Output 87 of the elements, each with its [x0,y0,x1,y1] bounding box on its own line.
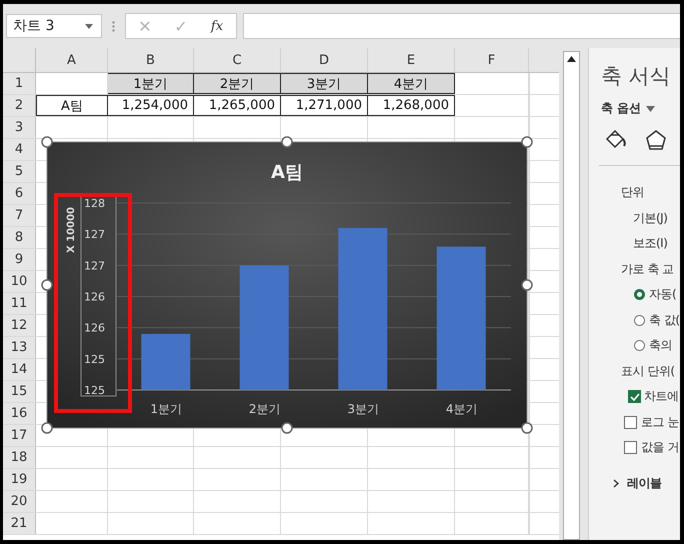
resize-handle[interactable] [41,422,53,434]
x-axis-label: 4분기 [446,402,478,416]
resize-handle[interactable] [521,279,533,291]
axis-options-tab[interactable]: 축 옵션 [601,100,642,117]
resize-handle[interactable] [521,136,533,148]
dropdown-icon[interactable] [646,106,656,112]
y-axis-label: 127 [84,228,105,242]
y-axis-label: 125 [84,352,105,366]
field-label: 가로 축 교 [621,260,674,278]
row-header[interactable]: 20 [3,491,36,512]
option-label: 축의 [649,337,672,354]
y-axis-label: 127 [84,259,105,272]
y-axis-label: 125 [84,384,105,397]
row-header[interactable]: 8 [3,227,36,248]
column-header[interactable]: E [368,48,455,72]
column-header[interactable]: B [108,48,194,72]
checkbox[interactable] [628,390,641,404]
row-header[interactable]: 2 [3,95,36,116]
vertical-scrollbar[interactable] [563,51,580,540]
row-header[interactable]: 15 [3,381,36,402]
radio-button[interactable] [634,314,645,326]
section-header[interactable]: 레이블 [627,474,662,492]
resize-handle[interactable] [41,279,53,291]
row-header[interactable]: 14 [3,359,36,380]
resize-handle[interactable] [281,422,293,434]
row-header[interactable]: 21 [3,513,36,534]
chevron-icon[interactable] [613,478,619,488]
axis-selection-frame[interactable] [80,196,116,396]
option-label: 값을 거 [641,439,679,456]
row-header[interactable]: 19 [3,469,36,490]
table-cell: 1,268,000 [368,95,455,116]
column-header[interactable]: F [455,48,529,72]
y-axis-label: 126 [84,322,105,335]
paint-bucket-icon[interactable] [605,129,627,149]
row-header[interactable]: 17 [3,425,36,446]
field-label: 보조(I) [633,235,668,252]
table-cell-text: A팀 [61,98,83,114]
chart-title: A팀 [271,162,303,183]
pentagon-icon[interactable] [645,129,667,151]
column-header[interactable]: D [281,48,368,72]
table-cell: 4분기 [368,73,455,94]
row-header[interactable]: 16 [3,403,36,424]
option-label: 축 값( [649,312,680,329]
row-header[interactable]: 9 [3,249,36,270]
formula-input[interactable] [243,13,680,39]
row-header[interactable]: 18 [3,447,36,468]
display-unit-label: X 10000 [66,207,77,253]
checkbox[interactable] [624,416,637,429]
row-header[interactable]: 5 [3,161,36,182]
table-cell: 1분기 [108,73,194,94]
column-header[interactable]: C [194,48,281,72]
name-box[interactable]: 차트 3 [6,14,102,38]
row-header[interactable]: 6 [3,183,36,204]
resize-handle[interactable] [521,422,533,434]
row-header[interactable]: 10 [3,271,36,292]
option-label: 자동( [649,286,676,304]
dropdown-icon [85,24,93,28]
row-header[interactable]: 3 [3,117,36,138]
table-cell: 3분기 [281,73,368,94]
row-header[interactable]: 12 [3,315,36,336]
radio-button[interactable] [634,289,645,300]
row-header[interactable]: 7 [3,205,36,226]
x-axis-label: 2분기 [248,402,281,416]
checkbox[interactable] [624,441,637,454]
table-cell: 1,271,000 [281,95,368,116]
x-axis-label: 1분기 [150,402,182,416]
resize-handle[interactable] [281,136,293,148]
field-label: 기본(J) [633,210,668,227]
y-axis-label: 126 [84,290,105,304]
resize-handle[interactable] [41,136,53,148]
panel-title: 축 서식 [601,63,672,90]
option-label: 차트에 [644,388,678,406]
row-header[interactable]: 11 [3,293,36,314]
field-label: 단위 [621,184,644,202]
row-header[interactable]: 4 [3,139,36,160]
scroll-up-icon[interactable] [567,56,576,62]
row-header[interactable]: 13 [3,337,36,358]
table-cell: 1,254,000 [108,95,194,116]
x-axis-label: 3분기 [347,402,380,416]
field-label: 표시 단위( [621,362,674,380]
y-axis-label: 128 [84,197,105,210]
table-cell: 1,265,000 [194,95,281,116]
option-label: 로그 눈 [641,414,679,431]
column-header[interactable]: A [36,48,108,72]
row-header[interactable]: 1 [3,73,36,94]
radio-button[interactable] [634,340,645,352]
table-cell: 2분기 [194,73,281,94]
